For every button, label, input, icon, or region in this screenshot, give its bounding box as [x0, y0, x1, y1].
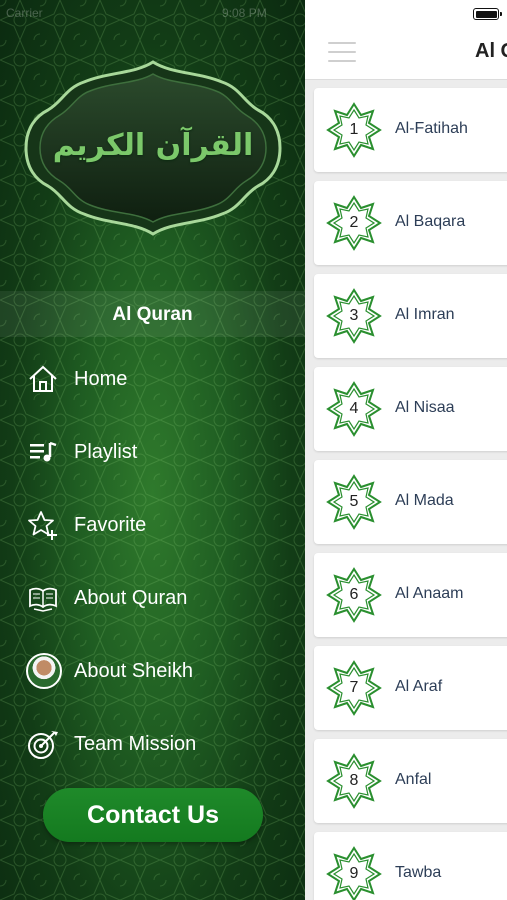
surah-name: Al Mada	[395, 492, 454, 509]
star-add-icon	[28, 511, 57, 540]
surah-number: 8	[349, 772, 359, 789]
menu-label: Team Mission	[74, 733, 197, 755]
surah-list[interactable]: 1 Al-Fatihah 2 Al Baqara 3 Al Imran 4 Al…	[305, 80, 507, 900]
menu-item-playlist[interactable]: Playlist	[0, 419, 305, 479]
surah-row[interactable]: 2 Al Baqara	[314, 181, 507, 265]
surah-number: 2	[349, 214, 359, 231]
surah-name: Al Nisaa	[395, 399, 455, 416]
surah-number: 7	[349, 679, 359, 696]
status-bar: Carrier 9:08 PM	[0, 0, 305, 26]
quran-logo-text: القرآن الكريم	[52, 128, 254, 163]
status-time: 9:08 PM	[222, 6, 267, 20]
menu-item-about-quran[interactable]: About Quran	[0, 565, 305, 625]
surah-row[interactable]: 9 Tawba	[314, 832, 507, 900]
contact-us-label: Contact Us	[87, 800, 219, 829]
menu-item-about-sheikh[interactable]: About Sheikh	[0, 638, 305, 698]
home-icon	[29, 365, 57, 392]
battery-icon	[473, 8, 502, 20]
surah-row[interactable]: 3 Al Imran	[314, 274, 507, 358]
menu-label: About Sheikh	[74, 660, 193, 682]
surah-row[interactable]: 4 Al Nisaa	[314, 367, 507, 451]
menu-item-home[interactable]: Home	[0, 346, 305, 406]
surah-name: Al Baqara	[395, 213, 466, 230]
menu-item-team-mission[interactable]: Team Mission	[0, 711, 305, 771]
menu-label: Favorite	[74, 514, 147, 536]
surah-number: 3	[349, 307, 359, 324]
surah-name: Al Anaam	[395, 585, 464, 602]
surah-row[interactable]: 7 Al Araf	[314, 646, 507, 730]
menu-label: Playlist	[74, 441, 138, 463]
surah-row[interactable]: 6 Al Anaam	[314, 553, 507, 637]
surah-row[interactable]: 8 Anfal	[314, 739, 507, 823]
menu-label: About Quran	[74, 587, 188, 609]
surah-name: Al Araf	[395, 678, 443, 695]
surah-row[interactable]: 1 Al-Fatihah	[314, 88, 507, 172]
surah-name: Anfal	[395, 771, 432, 788]
menu-item-favorite[interactable]: Favorite	[0, 492, 305, 552]
target-dart-icon	[28, 731, 58, 759]
surah-number: 6	[349, 586, 359, 603]
surah-row[interactable]: 5 Al Mada	[314, 460, 507, 544]
surah-name: Al Imran	[395, 306, 455, 323]
carrier-text: Carrier	[6, 6, 43, 20]
contact-us-button[interactable]: Contact Us	[43, 788, 263, 842]
surah-name: Al-Fatihah	[395, 120, 468, 137]
hamburger-icon[interactable]	[328, 42, 356, 62]
surah-name: Tawba	[395, 864, 442, 881]
side-drawer: Carrier 9:08 PM القرآن الكريم Al Quran H…	[0, 0, 305, 900]
open-book-icon	[29, 587, 57, 612]
app-name: Al Quran	[112, 304, 193, 325]
surah-number: 1	[349, 121, 359, 138]
menu-label: Home	[74, 368, 128, 390]
surah-number: 5	[349, 493, 359, 510]
page-title: Al Q	[475, 40, 507, 62]
avatar	[26, 653, 62, 689]
playlist-icon	[30, 441, 57, 462]
surah-number: 9	[349, 865, 359, 882]
surah-number: 4	[349, 400, 359, 417]
